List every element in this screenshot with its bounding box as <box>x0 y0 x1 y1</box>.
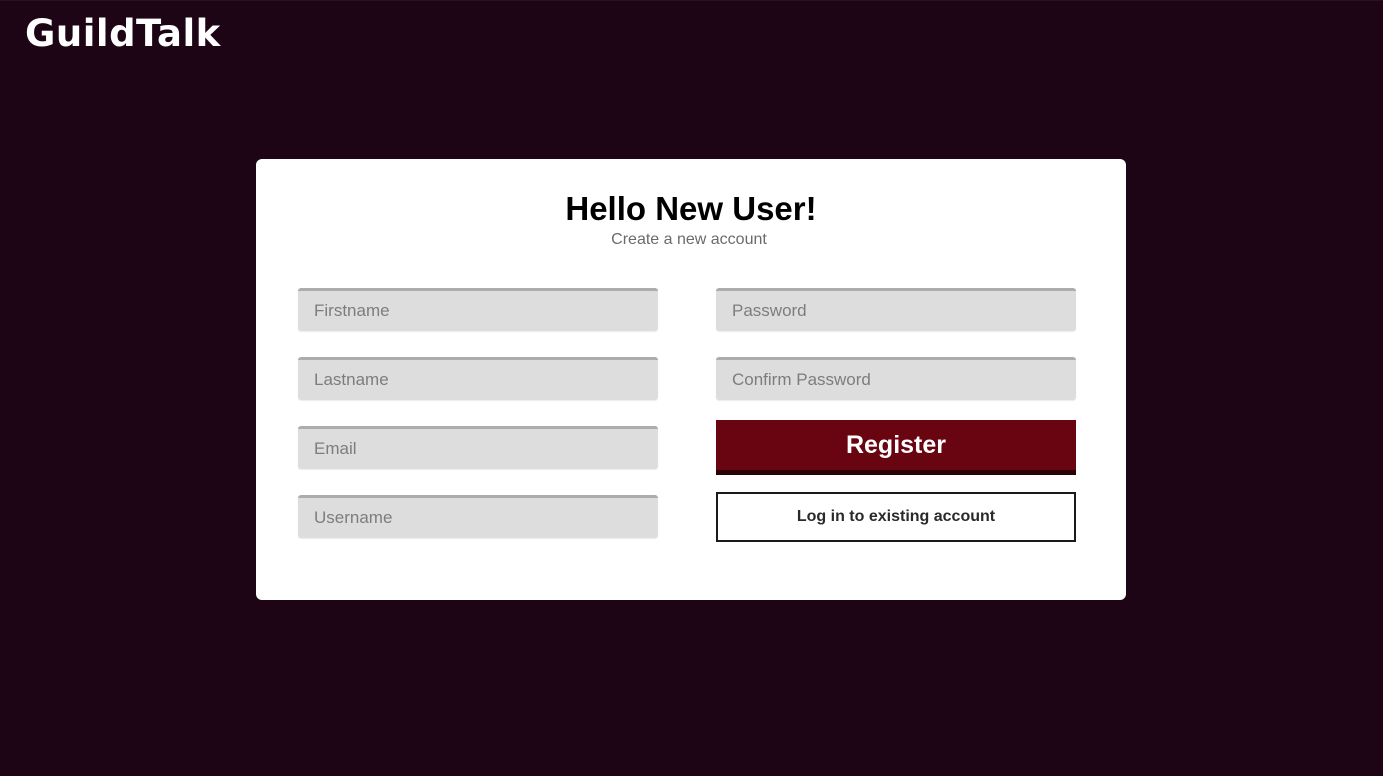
confirm-password-input[interactable] <box>716 357 1076 400</box>
password-input[interactable] <box>716 288 1076 331</box>
email-input[interactable] <box>298 426 658 469</box>
page-subtitle: Create a new account <box>611 231 767 248</box>
firstname-input[interactable] <box>298 288 658 331</box>
top-border <box>0 0 1383 1</box>
login-existing-account-button[interactable]: Log in to existing account <box>716 492 1076 542</box>
register-card: Hello New User! Create a new account Reg… <box>256 159 1126 600</box>
app-logo: GuildTalk <box>25 12 221 55</box>
register-button[interactable]: Register <box>716 420 1076 475</box>
page-title: Hello New User! <box>565 190 817 227</box>
username-input[interactable] <box>298 495 658 538</box>
lastname-input[interactable] <box>298 357 658 400</box>
